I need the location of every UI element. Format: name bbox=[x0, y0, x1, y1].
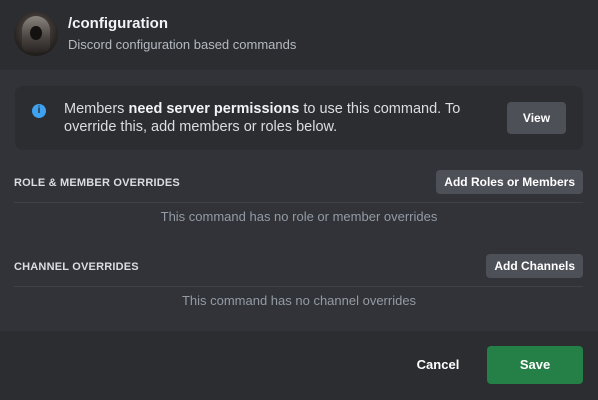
permissions-notice-text: Members need server permissions to use t… bbox=[64, 100, 489, 136]
command-name: /configuration bbox=[68, 15, 168, 32]
channel-overrides-label: CHANNEL OVERRIDES bbox=[14, 261, 139, 273]
channel-overrides-divider bbox=[14, 286, 583, 287]
role-overrides-divider bbox=[14, 202, 583, 203]
role-overrides-empty-text: This command has no role or member overr… bbox=[160, 209, 438, 224]
command-settings-modal: /configuration Discord configuration bas… bbox=[0, 0, 598, 400]
command-header: /configuration Discord configuration bas… bbox=[0, 0, 598, 70]
info-icon: i bbox=[32, 104, 46, 118]
save-button[interactable]: Save bbox=[487, 346, 583, 384]
modal-footer: Cancel Save bbox=[0, 331, 598, 400]
view-button[interactable]: View bbox=[507, 102, 566, 134]
notice-text-bold: need server permissions bbox=[128, 101, 300, 117]
permissions-notice: i Members need server permissions to use… bbox=[15, 86, 583, 150]
notice-text-before: Members bbox=[64, 101, 129, 117]
avatar-face-shadow bbox=[30, 26, 42, 40]
add-roles-or-members-button[interactable]: Add Roles or Members bbox=[436, 170, 583, 194]
bot-avatar bbox=[14, 12, 58, 56]
cancel-button[interactable]: Cancel bbox=[404, 346, 472, 384]
add-channels-button[interactable]: Add Channels bbox=[486, 254, 583, 278]
command-description: Discord configuration based commands bbox=[68, 37, 297, 52]
role-overrides-label: ROLE & MEMBER OVERRIDES bbox=[14, 177, 180, 189]
channel-overrides-empty-text: This command has no channel overrides bbox=[181, 293, 417, 308]
